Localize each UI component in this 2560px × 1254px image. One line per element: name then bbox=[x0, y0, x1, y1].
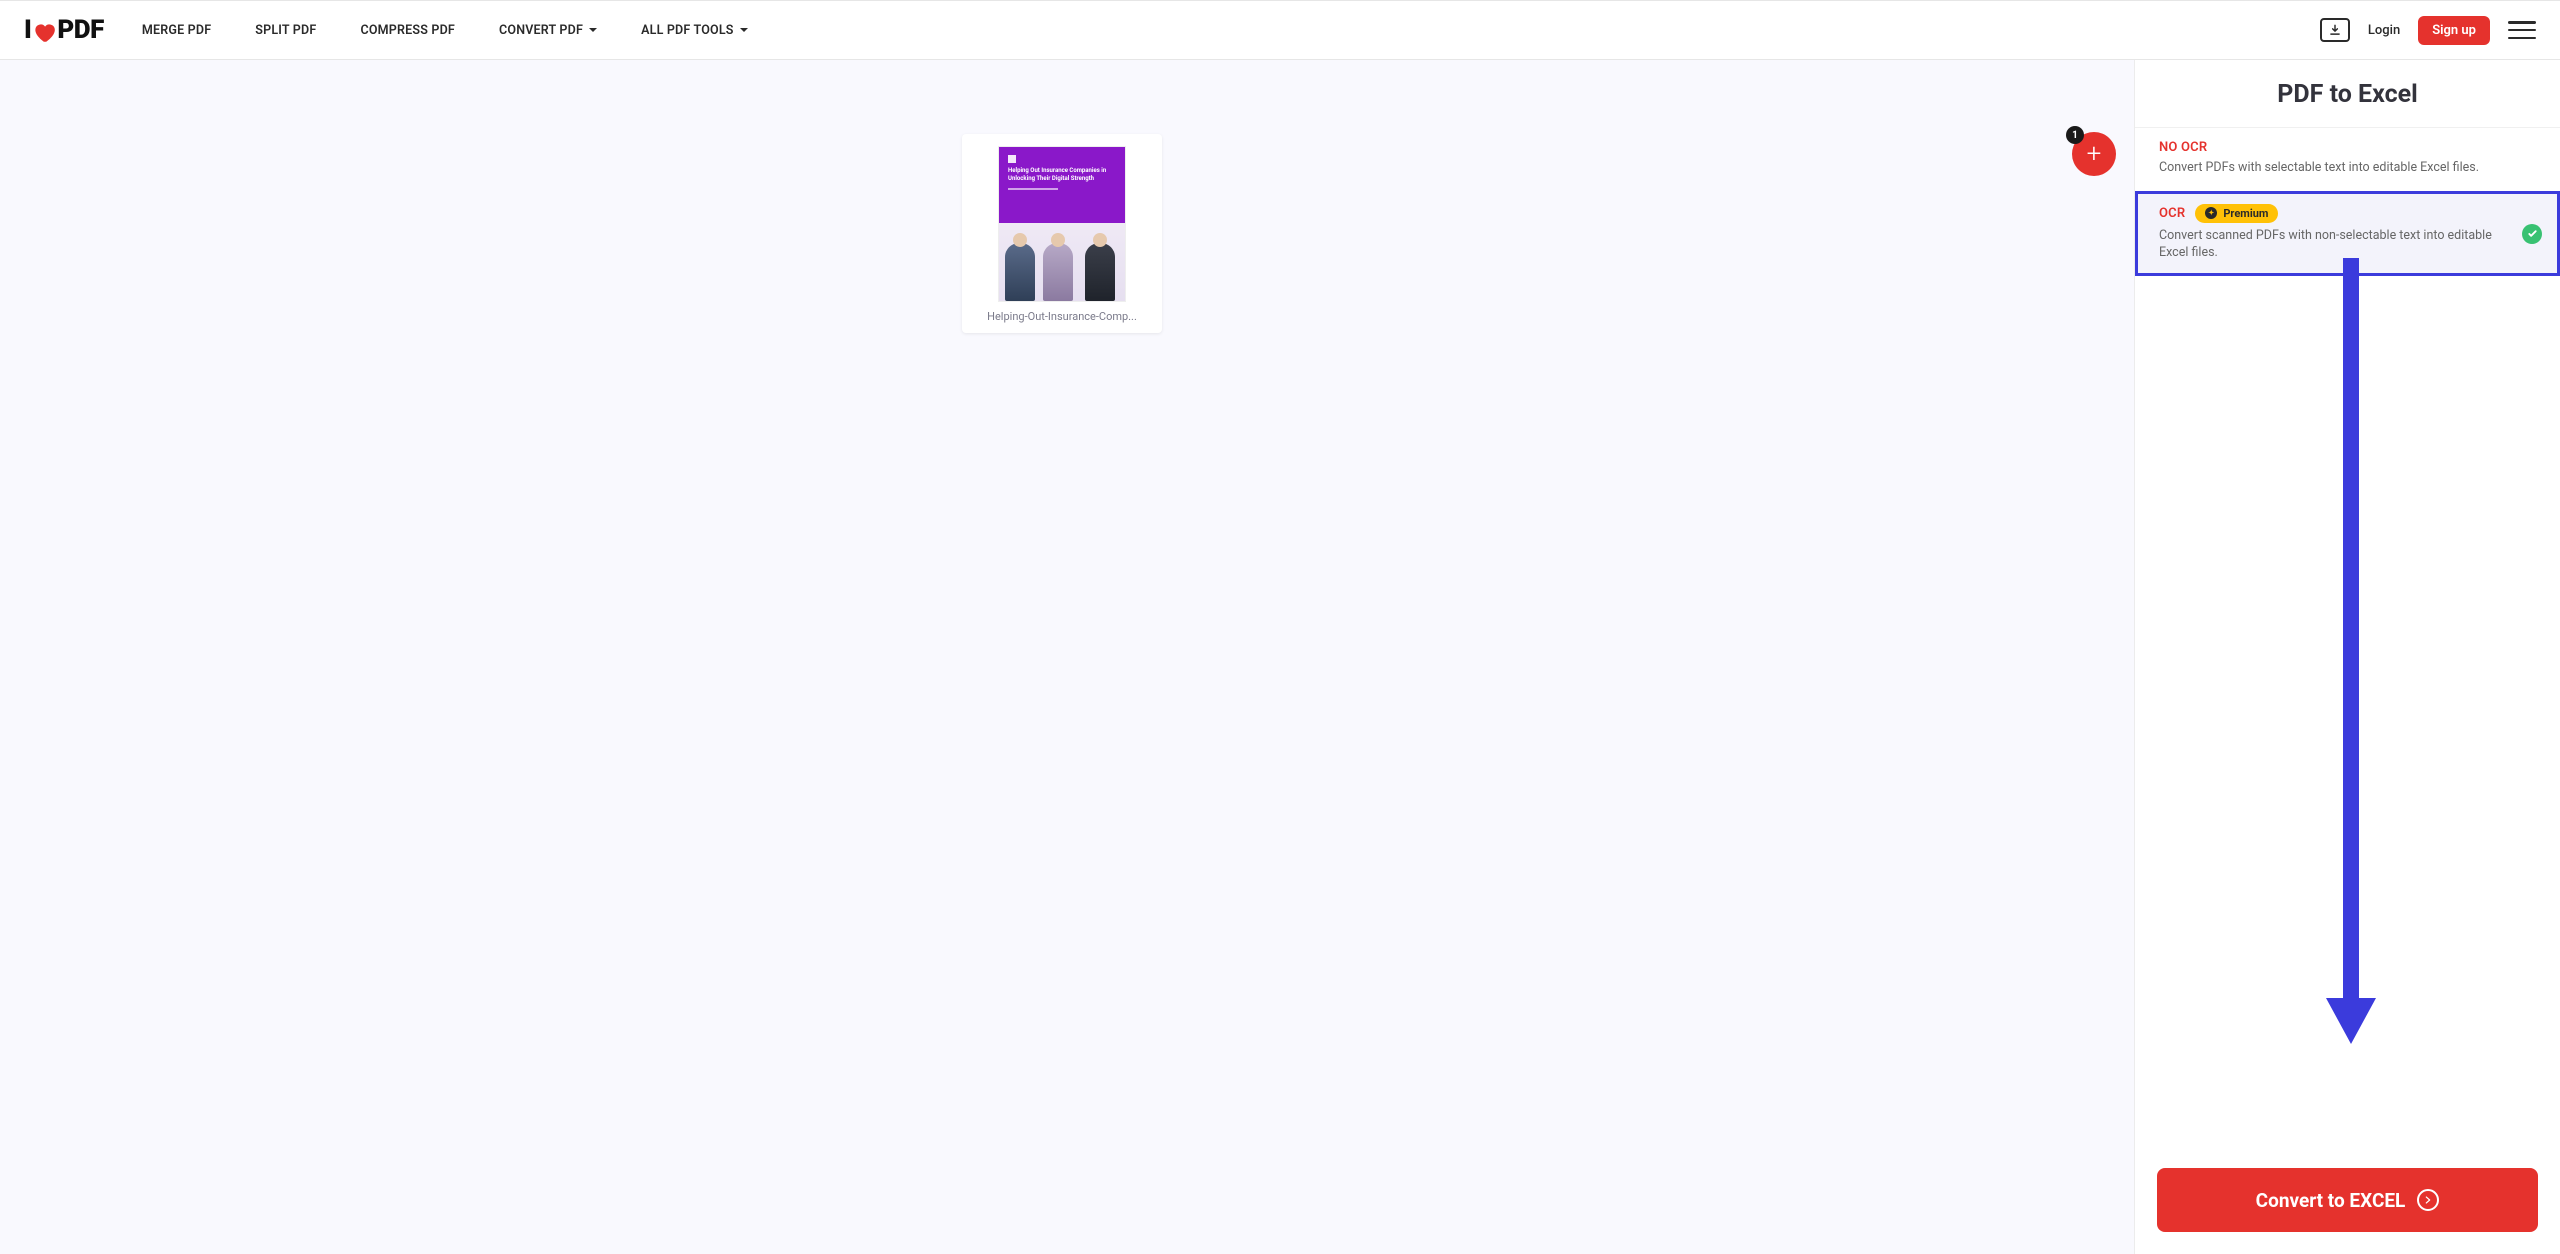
plus-icon: + bbox=[2087, 139, 2102, 169]
download-app-button[interactable] bbox=[2320, 18, 2350, 42]
nav-merge-pdf[interactable]: MERGE PDF bbox=[142, 23, 211, 38]
top-nav-right: Login Sign up bbox=[2320, 16, 2536, 45]
login-link[interactable]: Login bbox=[2368, 23, 2400, 38]
file-thumbnail: Helping Out Insurance Companies in Unloc… bbox=[998, 146, 1126, 302]
hamburger-menu-button[interactable] bbox=[2508, 19, 2536, 41]
thumbnail-subline bbox=[1008, 188, 1058, 190]
arrow-right-circle-icon bbox=[2417, 1189, 2439, 1211]
option-description: Convert scanned PDFs with non-selectable… bbox=[2159, 227, 2499, 262]
menu-bar-icon bbox=[2508, 21, 2536, 24]
thumbnail-logo-icon bbox=[1008, 155, 1016, 163]
option-no-ocr[interactable]: NO OCR Convert PDFs with selectable text… bbox=[2135, 127, 2560, 191]
file-name-label: Helping-Out-Insurance-Comp... bbox=[987, 310, 1137, 323]
nav-items: MERGE PDF SPLIT PDF COMPRESS PDF CONVERT… bbox=[142, 23, 748, 38]
premium-icon bbox=[2205, 207, 2217, 219]
menu-bar-icon bbox=[2508, 29, 2536, 32]
annotation-arrow-icon bbox=[2326, 258, 2376, 1044]
file-count-badge: 1 bbox=[2066, 126, 2084, 144]
download-icon bbox=[2328, 23, 2342, 37]
nav-compress-pdf[interactable]: COMPRESS PDF bbox=[360, 23, 455, 38]
heart-icon bbox=[31, 19, 57, 45]
menu-bar-icon bbox=[2508, 37, 2536, 40]
check-icon bbox=[2522, 224, 2542, 244]
convert-button-label: Convert to EXCEL bbox=[2256, 1189, 2406, 1212]
logo-text-right: PDF bbox=[57, 15, 103, 45]
thumbnail-photo bbox=[999, 223, 1125, 301]
workspace: Helping Out Insurance Companies in Unloc… bbox=[0, 60, 2560, 1254]
nav-split-pdf[interactable]: SPLIT PDF bbox=[255, 23, 316, 38]
logo-text-left: I bbox=[24, 15, 31, 45]
thumbnail-hero: Helping Out Insurance Companies in Unloc… bbox=[999, 147, 1125, 223]
chevron-down-icon bbox=[589, 28, 597, 32]
chevron-down-icon bbox=[740, 28, 748, 32]
option-title: NO OCR bbox=[2159, 140, 2207, 155]
option-ocr[interactable]: OCR Premium Convert scanned PDFs with no… bbox=[2135, 191, 2560, 276]
top-nav: I PDF MERGE PDF SPLIT PDF COMPRESS PDF C… bbox=[0, 0, 2560, 60]
file-canvas[interactable]: Helping Out Insurance Companies in Unloc… bbox=[0, 60, 2134, 1254]
nav-all-pdf-tools[interactable]: ALL PDF TOOLS bbox=[641, 23, 748, 38]
thumbnail-title: Helping Out Insurance Companies in Unloc… bbox=[1008, 167, 1116, 182]
convert-button[interactable]: Convert to EXCEL bbox=[2157, 1168, 2538, 1232]
options-sidebar: PDF to Excel NO OCR Convert PDFs with se… bbox=[2134, 60, 2560, 1254]
nav-convert-pdf[interactable]: CONVERT PDF bbox=[499, 23, 597, 38]
premium-badge: Premium bbox=[2195, 204, 2278, 223]
sidebar-title: PDF to Excel bbox=[2135, 60, 2560, 127]
logo[interactable]: I PDF bbox=[24, 15, 104, 45]
thumbnail-person-icon bbox=[1005, 243, 1035, 301]
thumbnail-person-icon bbox=[1085, 243, 1115, 301]
premium-label: Premium bbox=[2223, 207, 2268, 220]
option-title: OCR bbox=[2159, 206, 2185, 221]
signup-button[interactable]: Sign up bbox=[2418, 16, 2490, 45]
file-card[interactable]: Helping Out Insurance Companies in Unloc… bbox=[962, 134, 1162, 333]
option-description: Convert PDFs with selectable text into e… bbox=[2159, 159, 2499, 177]
thumbnail-person-icon bbox=[1043, 243, 1073, 301]
add-files-button[interactable]: 1 + bbox=[2072, 132, 2116, 176]
